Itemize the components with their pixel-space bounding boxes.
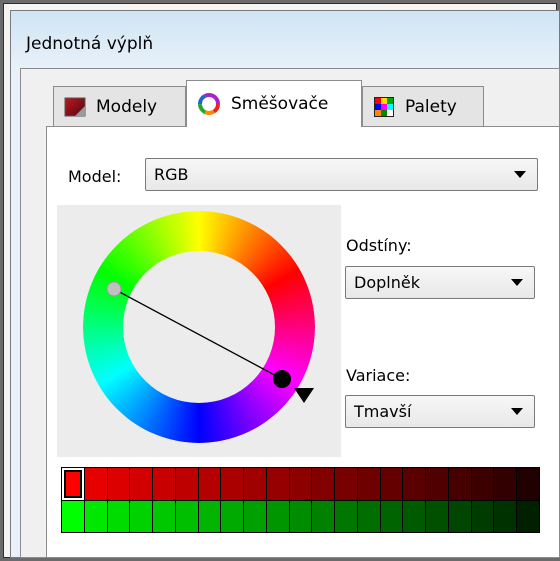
color-swatch[interactable] — [517, 468, 539, 500]
color-swatch[interactable] — [426, 468, 448, 500]
color-swatch[interactable] — [380, 500, 403, 532]
color-swatch[interactable] — [84, 500, 107, 532]
color-swatch[interactable] — [494, 468, 517, 500]
color-swatch[interactable] — [357, 500, 380, 532]
color-swatch[interactable] — [221, 500, 244, 532]
model-dropdown-value: RGB — [154, 165, 189, 184]
color-wheel[interactable] — [57, 205, 341, 457]
color-swatch[interactable] — [448, 500, 471, 532]
chevron-down-icon — [514, 171, 526, 178]
tab-palettes[interactable]: Palety — [362, 86, 484, 126]
color-wheel-area[interactable] — [57, 205, 341, 457]
chevron-down-icon — [511, 279, 523, 286]
mixers-icon — [197, 92, 221, 116]
tab-mixers[interactable]: Směšovače — [186, 80, 362, 127]
color-swatch[interactable] — [266, 500, 289, 532]
color-swatch[interactable] — [107, 468, 130, 500]
shades-dropdown-value: Doplněk — [354, 273, 420, 292]
color-swatch[interactable] — [175, 500, 198, 532]
color-swatch[interactable] — [494, 500, 517, 532]
color-swatch[interactable] — [335, 468, 357, 500]
model-label: Model: — [68, 167, 122, 186]
color-swatch[interactable] — [426, 500, 448, 532]
color-swatch[interactable] — [130, 468, 153, 500]
color-swatch[interactable] — [153, 468, 175, 500]
color-swatch[interactable] — [380, 468, 403, 500]
window-title: Jednotná výplň — [26, 34, 154, 54]
chevron-down-icon — [511, 408, 523, 415]
color-swatch[interactable] — [153, 500, 175, 532]
color-swatch[interactable] — [471, 500, 494, 532]
color-swatch[interactable] — [221, 468, 244, 500]
color-swatch[interactable] — [403, 468, 426, 500]
color-swatch[interactable] — [62, 500, 84, 532]
shades-label: Odstíny: — [346, 236, 412, 255]
color-swatch[interactable] — [198, 468, 221, 500]
models-icon — [64, 97, 86, 117]
variation-label: Variace: — [346, 366, 411, 385]
model-dropdown[interactable]: RGB — [145, 158, 538, 191]
color-swatch[interactable] — [448, 468, 471, 500]
color-swatch[interactable] — [312, 500, 335, 532]
color-swatch[interactable] — [244, 468, 266, 500]
color-swatch[interactable] — [175, 468, 198, 500]
base-color-handle[interactable] — [273, 370, 291, 388]
variation-dropdown-value: Tmavší — [354, 402, 412, 421]
color-swatch[interactable] — [62, 468, 84, 500]
color-swatch[interactable] — [357, 468, 380, 500]
color-swatch[interactable] — [84, 468, 107, 500]
shades-dropdown[interactable]: Doplněk — [345, 266, 535, 299]
color-swatch[interactable] — [289, 468, 312, 500]
variation-dropdown[interactable]: Tmavší — [345, 395, 535, 428]
tab-mixers-label: Směšovače — [231, 94, 329, 114]
tab-models[interactable]: Modely — [53, 86, 186, 126]
color-swatch[interactable] — [403, 500, 426, 532]
color-swatch[interactable] — [130, 500, 153, 532]
color-swatch[interactable] — [198, 500, 221, 532]
color-swatch[interactable] — [471, 468, 494, 500]
color-swatch[interactable] — [335, 500, 357, 532]
color-swatch[interactable] — [312, 468, 335, 500]
complement-handle[interactable] — [106, 281, 122, 297]
color-swatch[interactable] — [266, 468, 289, 500]
color-swatch-grid — [61, 467, 540, 533]
color-swatch[interactable] — [289, 500, 312, 532]
tab-models-label: Modely — [96, 96, 158, 117]
color-swatch[interactable] — [517, 500, 539, 532]
tab-palettes-label: Palety — [405, 96, 457, 117]
palettes-icon — [373, 96, 395, 118]
color-swatch[interactable] — [244, 500, 266, 532]
color-swatch[interactable] — [107, 500, 130, 532]
